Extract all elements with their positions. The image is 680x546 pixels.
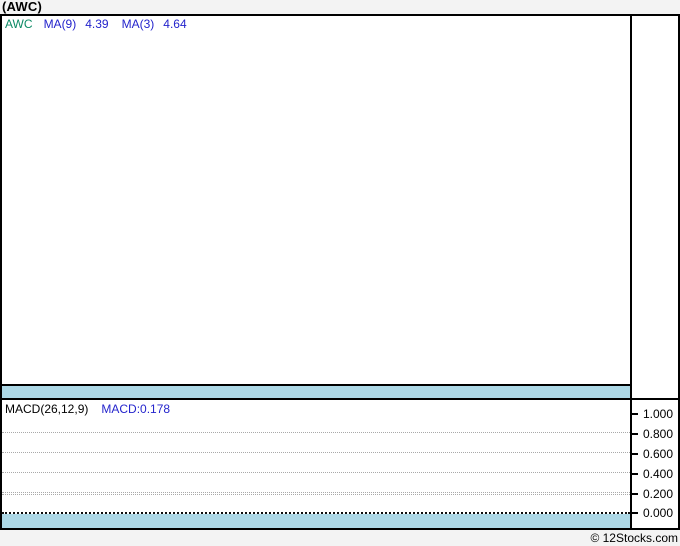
grid-line	[2, 494, 630, 495]
ticker-symbol: AWC	[5, 17, 33, 31]
axis-tick-label: 0.400	[643, 467, 674, 481]
panel-separator-line	[2, 398, 678, 400]
date-band	[2, 386, 630, 398]
macd-legend: MACD(26,12,9) MACD:0.178	[5, 402, 170, 416]
footer-credit: © 12Stocks.com	[590, 531, 678, 545]
ma3-label: MA(3)	[121, 17, 155, 31]
axis-tick-label: 0.200	[643, 487, 674, 501]
macd-label: MACD(26,12,9)	[5, 402, 89, 416]
axis-tick-label: 0.600	[643, 447, 674, 461]
page-title: (AWC)	[2, 0, 42, 14]
ma9-label: MA(9)	[43, 17, 77, 31]
grid-line	[2, 452, 630, 453]
axis-tick-label: 1.000	[643, 407, 674, 421]
axis-tick	[632, 493, 638, 495]
price-legend: AWC MA(9) 4.39 MA(3) 4.64	[5, 17, 187, 31]
grid-line	[2, 432, 630, 433]
axis-tick	[632, 512, 638, 514]
axis-tick	[632, 453, 638, 455]
grid-line	[2, 492, 630, 493]
ma9-value: 4.39	[85, 17, 109, 31]
axis-tick	[632, 473, 638, 475]
macd-value: MACD:0.178	[101, 402, 171, 416]
chart-inner: AWC MA(9) 4.39 MA(3) 4.64 MACD(26,12,9) MACD:…	[2, 16, 678, 528]
bottom-date-band	[2, 514, 630, 528]
axis-tick	[632, 433, 638, 435]
axis-tick-label: 0.800	[643, 427, 674, 441]
grid-line	[2, 472, 630, 473]
ma3-value: 4.64	[163, 17, 187, 31]
axis-tick-label: 0.000	[643, 506, 674, 520]
axis-tick	[632, 413, 638, 415]
y-axis-line	[630, 16, 632, 528]
chart-container: AWC MA(9) 4.39 MA(3) 4.64 MACD(26,12,9) MACD:…	[0, 14, 680, 530]
